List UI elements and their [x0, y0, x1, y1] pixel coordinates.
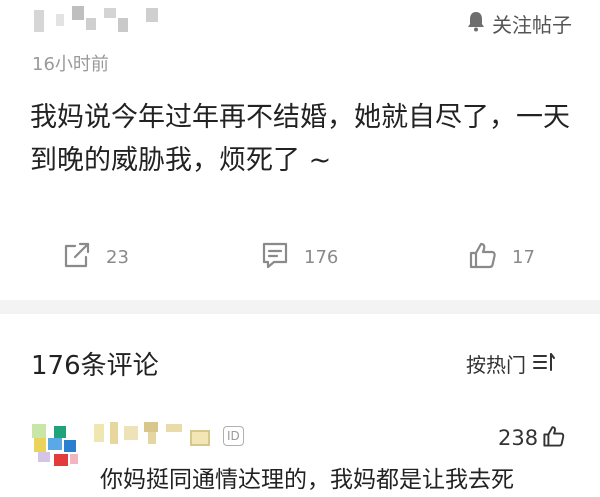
share-button[interactable]: 23: [62, 234, 129, 280]
author-name-redacted[interactable]: [34, 4, 174, 34]
section-divider: [0, 300, 600, 314]
post-action-bar: 23 176 17: [0, 234, 600, 280]
comment-count: 176: [304, 246, 339, 268]
commenter-name-redacted[interactable]: [94, 420, 224, 448]
comment-like-button[interactable]: 238: [498, 424, 566, 452]
commenter-avatar[interactable]: [30, 420, 80, 470]
sort-icon: [532, 351, 556, 377]
share-icon: [62, 240, 92, 274]
post-timestamp: 16小时前: [32, 54, 109, 75]
comment-like-count: 238: [498, 426, 539, 450]
sort-label: 按热门: [466, 353, 526, 377]
comment-button[interactable]: 176: [260, 234, 338, 280]
comments-count-title: 176条评论: [31, 351, 159, 381]
comment-text: 你妈挺同通情达理的，我妈都是让我去死: [100, 467, 514, 493]
share-count: 23: [106, 246, 129, 268]
follow-post-label: 关注帖子: [492, 12, 572, 37]
comment-icon: [260, 240, 290, 274]
post-body: 我妈说今年过年再不结婚，她就自尽了，一天到晚的威胁我，烦死了 ~: [30, 102, 570, 176]
like-button[interactable]: 17: [468, 234, 535, 280]
follow-post-button[interactable]: 关注帖子: [466, 8, 572, 38]
thumbs-up-icon: [468, 240, 498, 274]
bell-icon: [466, 10, 486, 36]
sort-by-hot-button[interactable]: 按热门: [466, 349, 556, 378]
thumbs-up-icon: [542, 424, 566, 452]
like-count: 17: [512, 246, 535, 268]
id-badge: ID: [223, 426, 244, 446]
